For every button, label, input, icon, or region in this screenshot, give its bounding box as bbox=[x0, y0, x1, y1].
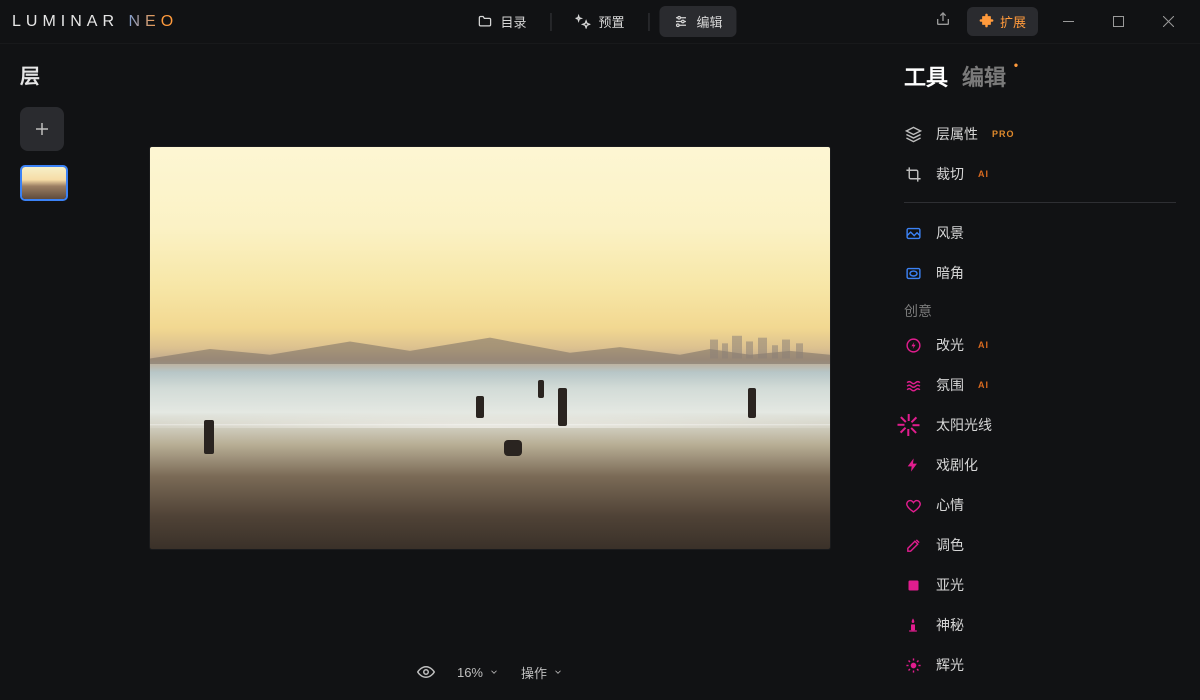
zoom-value: 16% bbox=[457, 665, 483, 680]
section-creative-title: 创意 bbox=[904, 293, 1176, 325]
tool-layer-props[interactable]: 层属性 PRO bbox=[904, 114, 1176, 154]
tool-mood[interactable]: 心情 bbox=[904, 485, 1176, 525]
tool-list: 层属性 PRO 裁切 AI 风景 暗角 创意 改光 AI bbox=[904, 114, 1176, 685]
panel-tab-edit[interactable]: 编辑 bbox=[962, 60, 1006, 92]
sliders-icon bbox=[674, 14, 689, 29]
tool-label: 风景 bbox=[936, 223, 964, 243]
tool-relight[interactable]: 改光 AI bbox=[904, 325, 1176, 365]
window-minimize[interactable] bbox=[1048, 7, 1088, 37]
extensions-button[interactable]: 扩展 bbox=[967, 7, 1038, 36]
divider bbox=[904, 202, 1176, 203]
tool-vignette[interactable]: 暗角 bbox=[904, 253, 1176, 293]
layer-thumbnail[interactable] bbox=[20, 165, 68, 201]
zoom-dropdown[interactable]: 16% bbox=[457, 665, 499, 680]
tool-label: 调色 bbox=[936, 535, 964, 555]
layers-panel: 层 bbox=[0, 44, 100, 700]
glow-icon bbox=[904, 656, 922, 674]
add-layer-button[interactable] bbox=[20, 107, 64, 151]
sparkle-icon bbox=[575, 14, 590, 29]
mode-tabs: 目录 预置 编辑 bbox=[463, 6, 736, 37]
photo-preview[interactable] bbox=[150, 147, 830, 549]
separator bbox=[550, 13, 551, 31]
tools-panel: 工具 编辑 层属性 PRO 裁切 AI 风景 暗角 创 bbox=[880, 44, 1200, 700]
brand-text-1: LUMINAR bbox=[12, 13, 119, 30]
window-controls-group: 扩展 bbox=[929, 7, 1188, 37]
actions-dropdown[interactable]: 操作 bbox=[521, 663, 563, 682]
tool-label: 改光 bbox=[936, 335, 964, 355]
brush-icon bbox=[904, 536, 922, 554]
tool-label: 神秘 bbox=[936, 615, 964, 635]
pro-badge: PRO bbox=[992, 129, 1015, 139]
tool-dramatic[interactable]: 戏剧化 bbox=[904, 445, 1176, 485]
candle-icon bbox=[904, 616, 922, 634]
panel-tab-tools[interactable]: 工具 bbox=[904, 60, 948, 92]
tool-label: 戏剧化 bbox=[936, 455, 978, 475]
tool-label: 辉光 bbox=[936, 655, 964, 675]
tab-presets[interactable]: 预置 bbox=[561, 6, 638, 37]
image-content bbox=[150, 332, 830, 364]
flash-circle-icon bbox=[904, 336, 922, 354]
tool-crop[interactable]: 裁切 AI bbox=[904, 154, 1176, 194]
tool-label: 亚光 bbox=[936, 575, 964, 595]
waves-icon bbox=[904, 376, 922, 394]
square-fill-icon bbox=[904, 576, 922, 594]
title-bar: LUMINAR NEO 目录 预置 编辑 扩展 bbox=[0, 0, 1200, 44]
tab-edit[interactable]: 编辑 bbox=[660, 6, 737, 37]
app-logo: LUMINAR NEO bbox=[12, 13, 178, 31]
canvas-bottom-bar: 16% 操作 bbox=[417, 644, 563, 700]
tool-label: 裁切 bbox=[936, 164, 964, 184]
tool-label: 层属性 bbox=[936, 124, 978, 144]
sunrays-icon bbox=[904, 416, 922, 434]
visibility-toggle[interactable] bbox=[417, 663, 435, 681]
tool-sunrays[interactable]: 太阳光线 bbox=[904, 405, 1176, 445]
window-close[interactable] bbox=[1148, 7, 1188, 37]
bolt-icon bbox=[904, 456, 922, 474]
main-area: 层 bbox=[0, 44, 1200, 700]
tab-edit-label: 编辑 bbox=[697, 12, 723, 31]
ai-badge: AI bbox=[978, 169, 989, 179]
chevron-down-icon bbox=[553, 667, 563, 677]
canvas-holder bbox=[100, 44, 880, 644]
tool-landscape[interactable]: 风景 bbox=[904, 213, 1176, 253]
heart-swirl-icon bbox=[904, 496, 922, 514]
eye-icon bbox=[417, 663, 435, 681]
brand-text-2: NEO bbox=[119, 13, 178, 30]
crop-icon bbox=[904, 165, 922, 183]
puzzle-icon bbox=[979, 13, 994, 31]
tab-catalog-label: 目录 bbox=[500, 12, 526, 31]
tool-glow[interactable]: 辉光 bbox=[904, 645, 1176, 685]
layers-title: 层 bbox=[20, 60, 100, 89]
ai-badge: AI bbox=[978, 380, 989, 390]
tool-toning[interactable]: 调色 bbox=[904, 525, 1176, 565]
tool-mystical[interactable]: 神秘 bbox=[904, 605, 1176, 645]
share-icon[interactable] bbox=[929, 7, 957, 36]
window-maximize[interactable] bbox=[1098, 7, 1138, 37]
folder-icon bbox=[477, 14, 492, 29]
tool-label: 太阳光线 bbox=[936, 415, 992, 435]
vignette-icon bbox=[904, 264, 922, 282]
landscape-icon bbox=[904, 224, 922, 242]
ai-badge: AI bbox=[978, 340, 989, 350]
actions-label: 操作 bbox=[521, 663, 547, 682]
tool-label: 暗角 bbox=[936, 263, 964, 283]
tool-label: 心情 bbox=[936, 495, 964, 515]
chevron-down-icon bbox=[489, 667, 499, 677]
tab-catalog[interactable]: 目录 bbox=[463, 6, 540, 37]
tools-panel-tabs: 工具 编辑 bbox=[904, 60, 1176, 92]
extensions-label: 扩展 bbox=[1000, 12, 1026, 31]
tab-presets-label: 预置 bbox=[598, 12, 624, 31]
tool-matte[interactable]: 亚光 bbox=[904, 565, 1176, 605]
canvas-area: 16% 操作 bbox=[100, 44, 880, 700]
tool-label: 氛围 bbox=[936, 375, 964, 395]
separator bbox=[649, 13, 650, 31]
layers-icon bbox=[904, 125, 922, 143]
tool-atmosphere[interactable]: 氛围 AI bbox=[904, 365, 1176, 405]
